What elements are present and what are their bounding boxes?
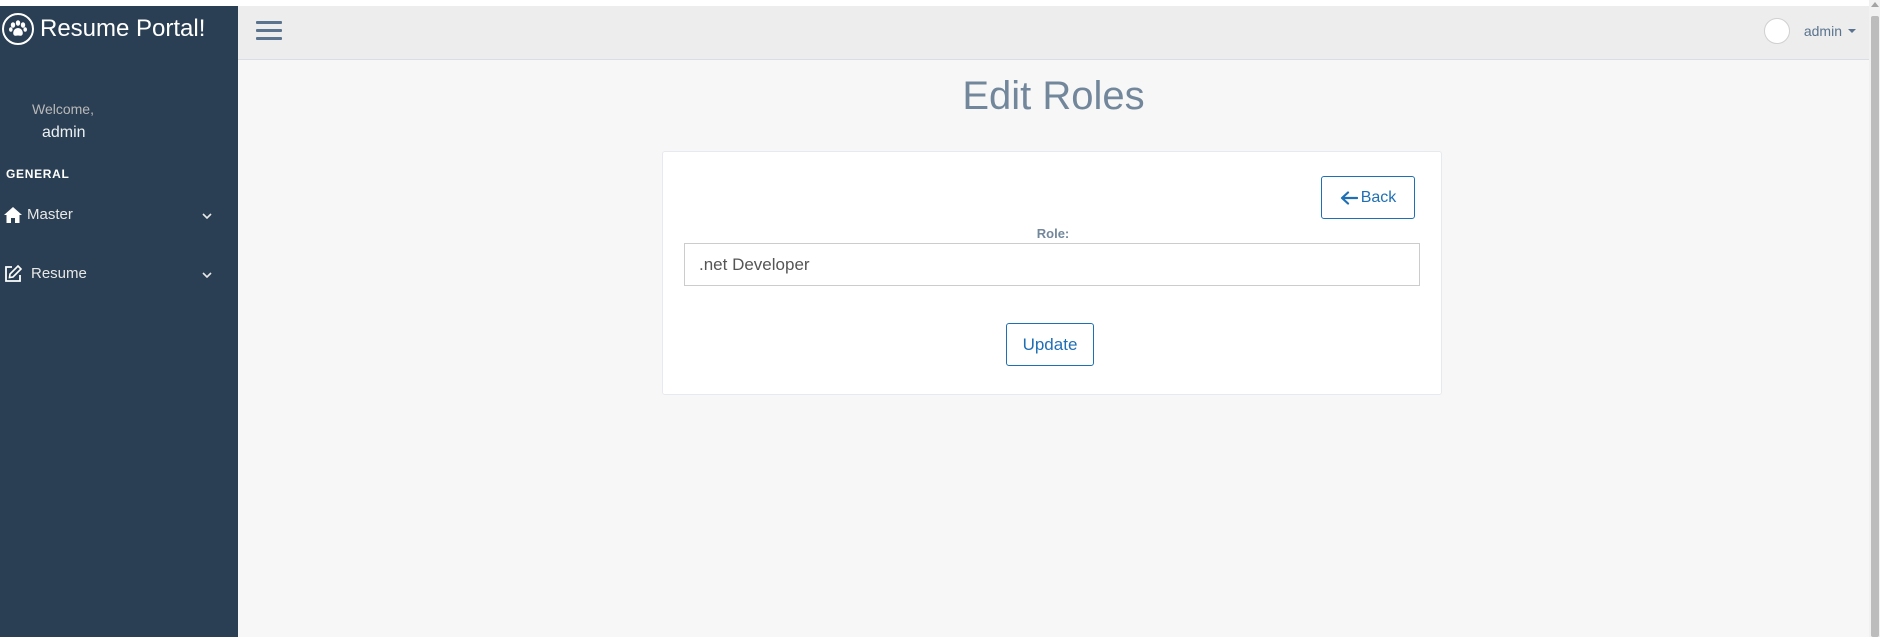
- avatar: [1763, 18, 1790, 44]
- header-username: admin: [1803, 23, 1842, 39]
- chevron-down-icon: [202, 206, 212, 224]
- caret-down-icon: [1848, 29, 1856, 33]
- chevron-down-icon: [202, 265, 212, 283]
- page-scrollbar[interactable]: [1869, 0, 1880, 637]
- sidebar-item-label: Resume: [31, 265, 87, 282]
- main-content: admin Edit Roles Back Role: Update: [238, 6, 1869, 637]
- scroll-up-arrow-icon[interactable]: [1871, 2, 1879, 7]
- role-label: Role:: [1036, 226, 1070, 241]
- edit-icon: [0, 264, 26, 284]
- menu-section-title: GENERAL: [6, 167, 70, 181]
- sidebar-item-label: Master: [27, 206, 73, 223]
- user-dropdown[interactable]: admin: [1763, 16, 1856, 46]
- edit-role-card: Back Role: Update: [662, 151, 1442, 395]
- menu-toggle-icon[interactable]: [256, 15, 286, 45]
- home-icon: [0, 206, 26, 224]
- paw-icon: [2, 13, 34, 45]
- back-button[interactable]: Back: [1321, 176, 1415, 219]
- sidebar-username: admin: [42, 124, 86, 141]
- sidebar-menu: Master Resume: [0, 185, 238, 303]
- sidebar: Resume Portal! Welcome, admin GENERAL Ma…: [0, 6, 238, 637]
- app-title: Resume Portal!: [40, 15, 206, 42]
- page-title: Edit Roles: [962, 74, 1145, 118]
- brand[interactable]: Resume Portal!: [0, 6, 238, 52]
- sidebar-item-resume[interactable]: Resume: [0, 244, 238, 303]
- top-navbar: admin: [238, 6, 1869, 60]
- welcome-text: Welcome,: [32, 101, 94, 117]
- sidebar-item-master[interactable]: Master: [0, 185, 238, 244]
- role-input[interactable]: [684, 243, 1420, 286]
- update-button[interactable]: Update: [1006, 323, 1094, 366]
- back-button-label: Back: [1360, 188, 1397, 206]
- arrow-left-icon: [1340, 190, 1358, 205]
- scrollbar-thumb[interactable]: [1871, 16, 1879, 637]
